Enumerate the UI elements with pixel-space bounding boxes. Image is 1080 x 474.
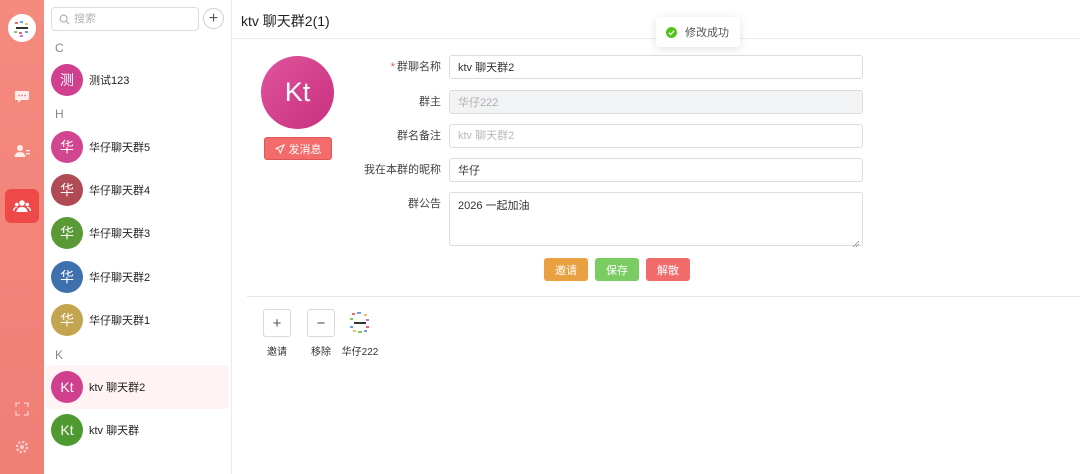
notice-wrapper: 2026 一起加油: [449, 192, 863, 251]
app-window: + C 测 测试123 H 华 华仔聊天群5 华 华仔聊天群4 华 华仔聊天群3…: [0, 0, 1080, 474]
resize-grip-icon[interactable]: [852, 240, 860, 248]
check-circle-icon: [666, 26, 677, 38]
form-row-nickname: 我在本群的昵称: [352, 158, 863, 182]
item-name: 华仔聊天群2: [89, 272, 151, 284]
item-name: 测试123: [89, 75, 130, 87]
avatar: 测: [51, 64, 83, 96]
group-notice-textarea[interactable]: 2026 一起加油: [449, 192, 863, 246]
member-avatar-icon: [346, 309, 374, 337]
avatar: 华: [51, 217, 83, 249]
nav-rail: [0, 0, 44, 474]
group-avatar: Kt: [261, 56, 334, 129]
rail-settings[interactable]: [5, 430, 39, 464]
notice-label: 群公告: [408, 198, 441, 210]
success-toast: 修改成功: [656, 17, 740, 47]
group-name-label-text: 群聊名称: [397, 61, 441, 73]
minus-icon[interactable]: −: [307, 309, 335, 337]
toast-text: 修改成功: [685, 27, 729, 39]
list-item-huazai2[interactable]: 华 华仔聊天群2: [46, 255, 229, 299]
list-item-ktv2[interactable]: Kt ktv 聊天群2: [46, 365, 229, 409]
form-row-notice: 群公告 2026 一起加油: [352, 192, 863, 251]
fullscreen-icon: [15, 402, 29, 416]
add-button[interactable]: +: [203, 8, 224, 29]
invite-button[interactable]: 邀请: [544, 258, 588, 281]
rail-fullscreen[interactable]: [5, 392, 39, 426]
avatar: Kt: [51, 414, 83, 446]
list-item-huazai5[interactable]: 华 华仔聊天群5: [46, 125, 229, 169]
group-icon: [13, 200, 31, 212]
group-name-input[interactable]: [449, 55, 863, 79]
item-name: 华仔聊天群5: [89, 142, 151, 154]
search-icon: [59, 14, 70, 24]
section-letter: C: [55, 41, 64, 55]
form-row-owner: 群主: [352, 90, 863, 114]
member-name: 华仔222: [341, 347, 379, 358]
nickname-label: 我在本群的昵称: [364, 164, 441, 176]
member-item[interactable]: 华仔222: [340, 309, 380, 358]
save-button[interactable]: 保存: [595, 258, 639, 281]
list-item-huazai4[interactable]: 华 华仔聊天群4: [46, 168, 229, 212]
member-add-label: 邀请: [267, 347, 287, 358]
list-item-ktv[interactable]: Kt ktv 聊天群: [46, 408, 229, 452]
section-divider: [247, 296, 1080, 297]
owner-label: 群主: [419, 96, 441, 108]
search-box[interactable]: [51, 7, 199, 31]
plus-icon: +: [208, 9, 219, 27]
avatar: Kt: [51, 371, 83, 403]
avatar: 华: [51, 174, 83, 206]
member-remove-label: 移除: [311, 347, 331, 358]
avatar: 华: [51, 304, 83, 336]
owner-input: [449, 90, 863, 114]
settings-icon: [15, 440, 29, 454]
contacts-icon: [14, 145, 30, 157]
chat-icon: [15, 91, 29, 103]
send-message-button[interactable]: 发消息: [264, 137, 332, 160]
send-icon: [274, 143, 285, 154]
required-mark: *: [390, 61, 395, 73]
rail-groups[interactable]: [5, 189, 39, 223]
remark-label: 群名备注: [397, 130, 441, 142]
rail-contacts[interactable]: [5, 134, 39, 168]
nickname-input[interactable]: [449, 158, 863, 182]
item-name: ktv 聊天群2: [89, 382, 146, 394]
list-item-huazai1[interactable]: 华 华仔聊天群1: [46, 298, 229, 342]
member-remove[interactable]: − 移除: [301, 309, 341, 358]
section-letter: K: [55, 348, 64, 362]
user-avatar[interactable]: [8, 14, 36, 42]
list-item-test123[interactable]: 测 测试123: [46, 58, 229, 102]
avatar: 华: [51, 261, 83, 293]
form-row-group-name: * 群聊名称: [352, 55, 863, 79]
group-remark-input[interactable]: [449, 124, 863, 148]
group-name-label: * 群聊名称: [352, 55, 449, 79]
dissolve-button[interactable]: 解散: [646, 258, 690, 281]
group-list-panel: + C 测 测试123 H 华 华仔聊天群5 华 华仔聊天群4 华 华仔聊天群3…: [44, 0, 232, 474]
send-label: 发消息: [288, 143, 322, 156]
item-name: 华仔聊天群1: [89, 315, 151, 327]
member-add[interactable]: + 邀请: [257, 309, 297, 358]
list-item-huazai3[interactable]: 华 华仔聊天群3: [46, 211, 229, 255]
group-detail-panel: ktv 聊天群2(1) 修改成功 Kt 发消息 *群聊名称 群主 群名备注: [232, 0, 1080, 474]
section-letter: H: [55, 107, 64, 121]
search-input[interactable]: [74, 13, 194, 25]
page-title: ktv 聊天群2(1): [241, 13, 330, 29]
item-name: 华仔聊天群4: [89, 185, 151, 197]
rail-chat[interactable]: [5, 79, 39, 113]
plus-icon[interactable]: +: [263, 309, 291, 337]
avatar-image-icon: [8, 14, 36, 42]
avatar: 华: [51, 131, 83, 163]
form-row-remark: 群名备注: [352, 124, 863, 148]
item-name: ktv 聊天群: [89, 425, 140, 437]
item-name: 华仔聊天群3: [89, 228, 151, 240]
